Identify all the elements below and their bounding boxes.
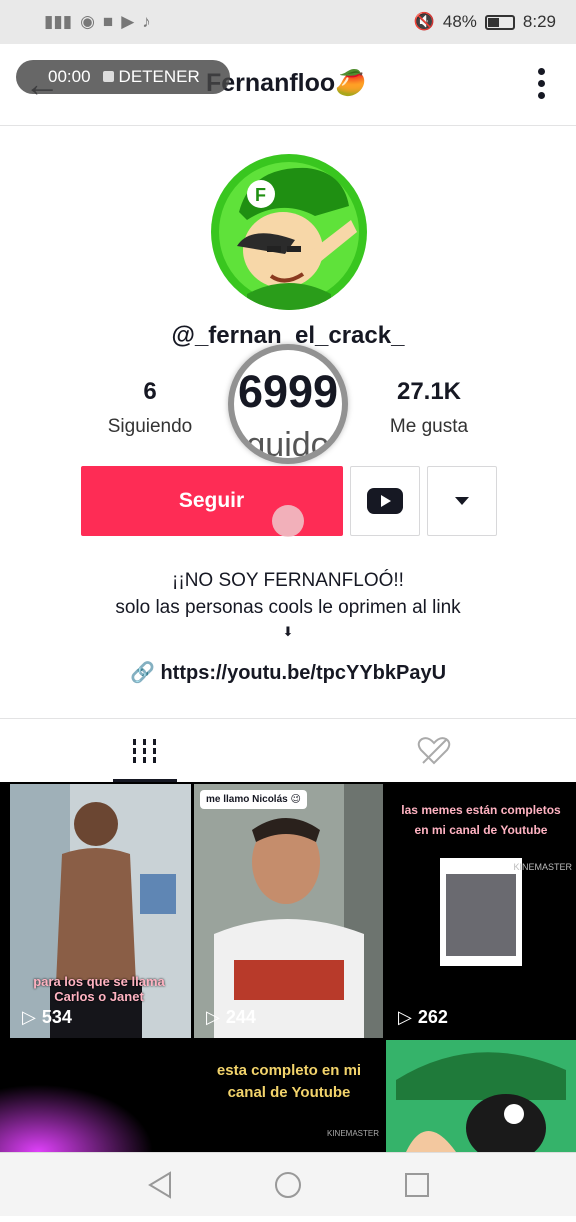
following-label: Siguiendo xyxy=(107,416,193,437)
video-caption: para los que se llama Carlos o Janet xyxy=(33,974,165,1004)
avatar[interactable]: F xyxy=(211,154,367,310)
followers-count: 6999 xyxy=(237,366,339,417)
play-icon: ▷ xyxy=(398,1007,412,1027)
signal-icon: ▮▮▮ xyxy=(44,12,73,31)
reply-text: me llamo Nicolás 😉 xyxy=(206,794,301,805)
stop-label: DETENER xyxy=(118,67,200,86)
play-icon: ▷ xyxy=(22,1007,36,1027)
video-thumbnail[interactable]: para los que se llama Carlos o Janet ▷ 53… xyxy=(10,784,191,1038)
wifi-icon: ◉ xyxy=(80,12,95,31)
follow-button[interactable]: Seguir xyxy=(81,466,343,536)
profile-header: ← Fernanfloo🥭 00:00 DETENER xyxy=(0,44,576,126)
battery-icon xyxy=(484,14,515,30)
status-icons-right: 🔇 48% 8:29 xyxy=(414,12,556,32)
link-icon: 🔗 xyxy=(129,662,155,684)
youtube-notification-icon: ▶ xyxy=(121,12,135,31)
bio-arrow: ⬇ xyxy=(282,624,294,639)
bio-line-2: solo las personas cools le oprimen al li… xyxy=(115,597,461,618)
bio-line-1: ¡¡NO SOY FERNANFLOÓ!! xyxy=(172,570,404,591)
nav-home-icon[interactable] xyxy=(275,1172,301,1198)
chevron-down-icon xyxy=(455,497,469,505)
status-icons-left: ▮▮▮ ◉ ■ ▶ ♪ xyxy=(44,12,151,32)
likes-label: Me gusta xyxy=(389,416,469,437)
video-caption: las memes están completos en mi canal de… xyxy=(401,803,561,837)
tiktok-notification-icon: ♪ xyxy=(142,12,151,31)
tab-liked[interactable] xyxy=(404,719,464,783)
video-caption: esta completo en mi canal de Youtube xyxy=(216,1062,362,1101)
video-2-image xyxy=(194,784,383,1038)
following-count: 6 xyxy=(143,378,157,405)
followers-label: guido xyxy=(246,426,330,464)
stop-recording-button[interactable]: DETENER xyxy=(102,67,200,87)
notification-icon: ■ xyxy=(102,12,114,31)
video-thumbnail[interactable]: las memes están completos en mi canal de… xyxy=(386,784,576,1038)
touch-indicator xyxy=(272,505,304,537)
avatar-illustration: F xyxy=(211,154,367,310)
view-count: ▷ 244 xyxy=(206,1007,256,1027)
liked-hidden-icon xyxy=(417,737,451,765)
svg-text:F: F xyxy=(255,185,266,205)
video-thumbnail[interactable] xyxy=(0,1040,191,1152)
view-count: ▷ 262 xyxy=(398,1007,448,1027)
nav-buttons xyxy=(148,1171,429,1199)
grid-icon xyxy=(133,739,156,763)
youtube-link-button[interactable] xyxy=(350,466,420,536)
nav-back-icon[interactable] xyxy=(148,1171,171,1199)
more-options-icon[interactable] xyxy=(538,68,546,104)
following-stat[interactable]: 6 Siguiendo xyxy=(100,378,200,438)
stop-icon xyxy=(102,71,114,82)
nav-recents-icon[interactable] xyxy=(405,1173,429,1197)
video-4-image xyxy=(0,1040,191,1152)
watermark: KINEMASTER xyxy=(326,1129,379,1138)
tab-videos[interactable] xyxy=(113,719,177,783)
video-thumbnail[interactable]: esta completo en mi canal de Youtube KIN… xyxy=(194,1040,383,1152)
youtube-icon xyxy=(367,488,403,514)
profile-tabs xyxy=(0,718,576,782)
system-nav-bar xyxy=(0,1152,576,1216)
video-grid: para los que se llama Carlos o Janet ▷ 53… xyxy=(0,782,576,1152)
likes-count: 27.1K xyxy=(396,378,462,405)
recording-timer: 00:00 xyxy=(48,67,91,86)
suggested-accounts-button[interactable] xyxy=(427,466,497,536)
clock: 8:29 xyxy=(522,12,556,31)
battery-percent: 48% xyxy=(442,12,477,31)
play-icon: ▷ xyxy=(206,1007,220,1027)
bio-link[interactable]: 🔗 https://youtu.be/tpcYYbkPayU xyxy=(0,660,576,685)
status-bar: ▮▮▮ ◉ ■ ▶ ♪ 🔇 48% 8:29 xyxy=(0,0,576,44)
page-title: Fernanfloo🥭 xyxy=(206,69,366,98)
likes-stat[interactable]: 27.1K Me gusta xyxy=(378,378,480,438)
embedded-image xyxy=(440,858,522,966)
video-6-image xyxy=(386,1040,576,1152)
video-thumbnail[interactable] xyxy=(386,1040,576,1152)
followers-stat-magnified[interactable]: 6999 guido xyxy=(228,344,348,464)
view-count: ▷ 534 xyxy=(22,1007,72,1027)
watermark: KINEMASTER xyxy=(513,862,572,872)
reply-sticker: me llamo Nicolás 😉 xyxy=(200,790,307,809)
bio-link-text[interactable]: https://youtu.be/tpcYYbkPayU xyxy=(160,662,446,684)
video-thumbnail[interactable]: me llamo Nicolás 😉 ▷ 244 xyxy=(194,784,383,1038)
screen-recorder-pill[interactable]: 00:00 DETENER xyxy=(16,60,230,94)
mute-icon: 🔇 xyxy=(413,12,435,31)
mango-emoji: 🥭 xyxy=(335,69,367,97)
